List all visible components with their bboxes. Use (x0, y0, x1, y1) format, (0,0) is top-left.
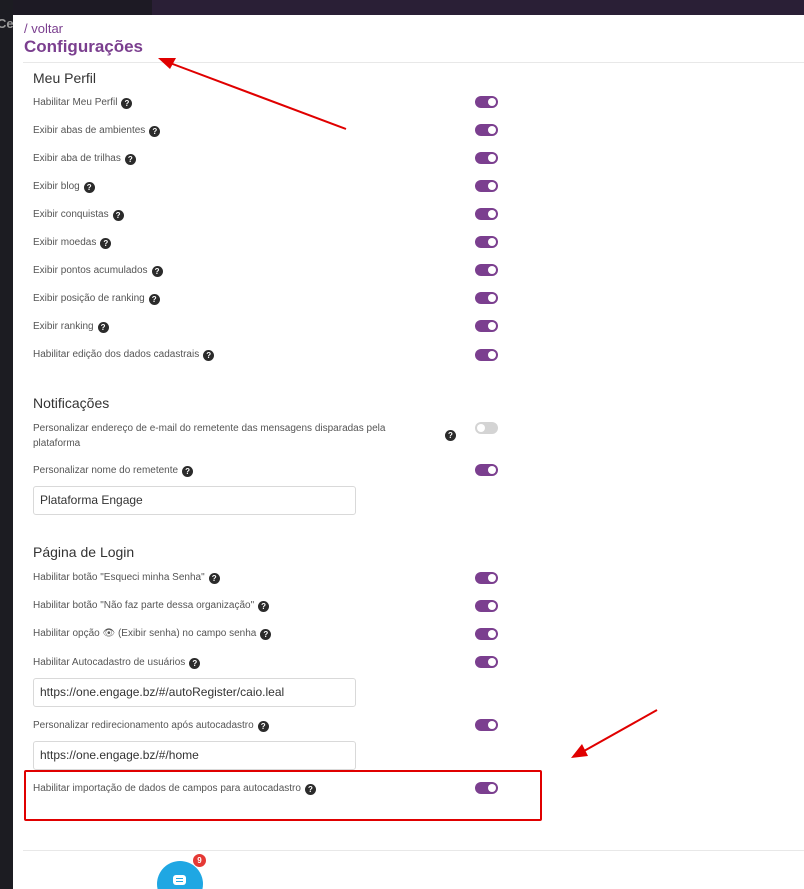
annotation-arrow-title (158, 58, 347, 130)
annotation-arrow-setting (571, 709, 658, 758)
annotation-arrows (158, 58, 658, 758)
